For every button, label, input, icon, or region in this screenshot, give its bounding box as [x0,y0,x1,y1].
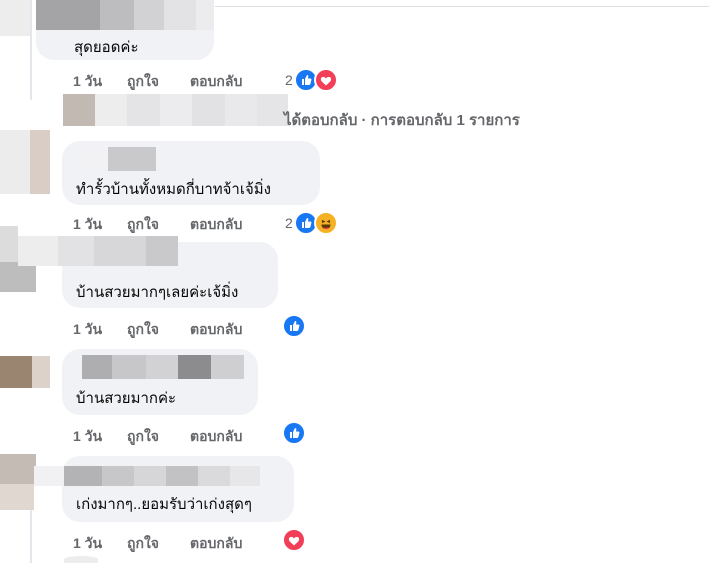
commenter-name[interactable] [134,0,164,30]
comment-actions: 1 วัน ถูกใจ ตอบกลับ [73,214,283,234]
reply-name-blur [95,94,127,126]
reaction-count[interactable]: 2 [285,215,293,231]
commenter-name[interactable] [36,0,100,30]
avatar [0,262,36,292]
reply-button[interactable]: ตอบกลับ [190,533,242,555]
reply-name-blur [225,94,257,126]
comment-text: ทำรั้วบ้านทั้งหมดกี่บาทจ้าเจ้มิ่ง [76,181,271,198]
reply-name-blur [127,94,160,126]
reply-name-blur [160,94,192,126]
next-comment-avatar [64,556,98,563]
timestamp[interactable]: 1 วัน [73,214,102,236]
avatar[interactable] [0,356,32,388]
avatar[interactable] [0,454,36,484]
comment-bubble: บ้านสวยมากๆเลยค่ะเจ้มิ่ง [18,236,278,308]
comment-text: สุดยอดค่ะ [74,39,139,56]
avatar[interactable] [0,226,18,262]
reply-button[interactable]: ตอบกลับ [190,214,242,236]
commenter-name[interactable] [76,147,108,171]
avatar [30,130,50,194]
timestamp[interactable]: 1 วัน [73,426,102,448]
commenter-name[interactable] [34,466,64,486]
love-reaction-icon [314,68,338,92]
comment-actions: 1 วัน ถูกใจ ตอบกลับ [73,71,283,91]
timestamp[interactable]: 1 วัน [73,533,102,555]
commenter-name[interactable] [146,236,178,266]
commenter-name[interactable] [196,0,214,30]
commenter-name[interactable] [94,236,146,266]
commenter-name[interactable] [64,466,102,486]
commenter-name[interactable] [100,0,134,30]
like-button[interactable]: ถูกใจ [127,533,159,555]
comment-bubble: สุดยอดค่ะ [36,0,214,60]
timestamp[interactable]: 1 วัน [73,319,102,341]
like-button[interactable]: ถูกใจ [127,214,159,236]
commenter-name[interactable] [166,466,198,486]
avatar [0,484,34,510]
comment-text: เก่งมากๆ..ยอมรับว่าเก่งสุดๆ [76,496,252,513]
reply-button[interactable]: ตอบกลับ [190,426,242,448]
comment-actions: 1 วัน ถูกใจ ตอบกลับ [73,426,283,446]
comment-text: บ้านสวยมากค่ะ [76,390,177,407]
commenter-name[interactable] [178,355,211,379]
commenter-name[interactable] [108,147,156,171]
commenter-name[interactable] [164,0,196,30]
comment-bubble: ทำรั้วบ้านทั้งหมดกี่บาทจ้าเจ้มิ่ง [62,141,320,205]
reply-button[interactable]: ตอบกลับ [190,319,242,341]
commenter-name[interactable] [198,466,230,486]
like-reaction-icon [282,421,306,445]
comment-text: บ้านสวยมากๆเลยค่ะเจ้มิ่ง [76,284,239,301]
commenter-name[interactable] [102,466,134,486]
avatar[interactable] [0,0,30,36]
like-button[interactable]: ถูกใจ [127,319,159,341]
commenter-name[interactable] [146,355,178,379]
avatar[interactable] [0,130,30,194]
comment-bubble: บ้านสวยมากค่ะ [62,349,258,415]
comment-actions: 1 วัน ถูกใจ ตอบกลับ [73,319,283,339]
love-reaction-icon [282,528,306,552]
commenter-name[interactable] [112,355,146,379]
comment-bubble: เก่งมากๆ..ยอมรับว่าเก่งสุดๆ [34,456,294,522]
reply-name-blur [192,94,225,126]
haha-reaction-icon [314,211,338,235]
like-reaction-icon [282,314,306,338]
reaction-count[interactable]: 2 [285,72,293,88]
reply-avatar [63,94,95,126]
timestamp[interactable]: 1 วัน [73,71,102,93]
comment-actions: 1 วัน ถูกใจ ตอบกลับ [73,533,283,553]
thread-line [30,0,32,100]
reply-button[interactable]: ตอบกลับ [190,71,242,93]
like-button[interactable]: ถูกใจ [127,71,159,93]
commenter-name[interactable] [58,236,94,266]
view-replies-link[interactable]: ได้ตอบกลับ · การตอบกลับ 1 รายการ [284,108,520,132]
like-button[interactable]: ถูกใจ [127,426,159,448]
commenter-name[interactable] [211,355,244,379]
commenter-name[interactable] [82,355,112,379]
commenter-name[interactable] [230,466,260,486]
top-divider [215,6,709,7]
commenter-name[interactable] [18,236,58,266]
avatar [32,356,50,388]
commenter-name[interactable] [134,466,166,486]
